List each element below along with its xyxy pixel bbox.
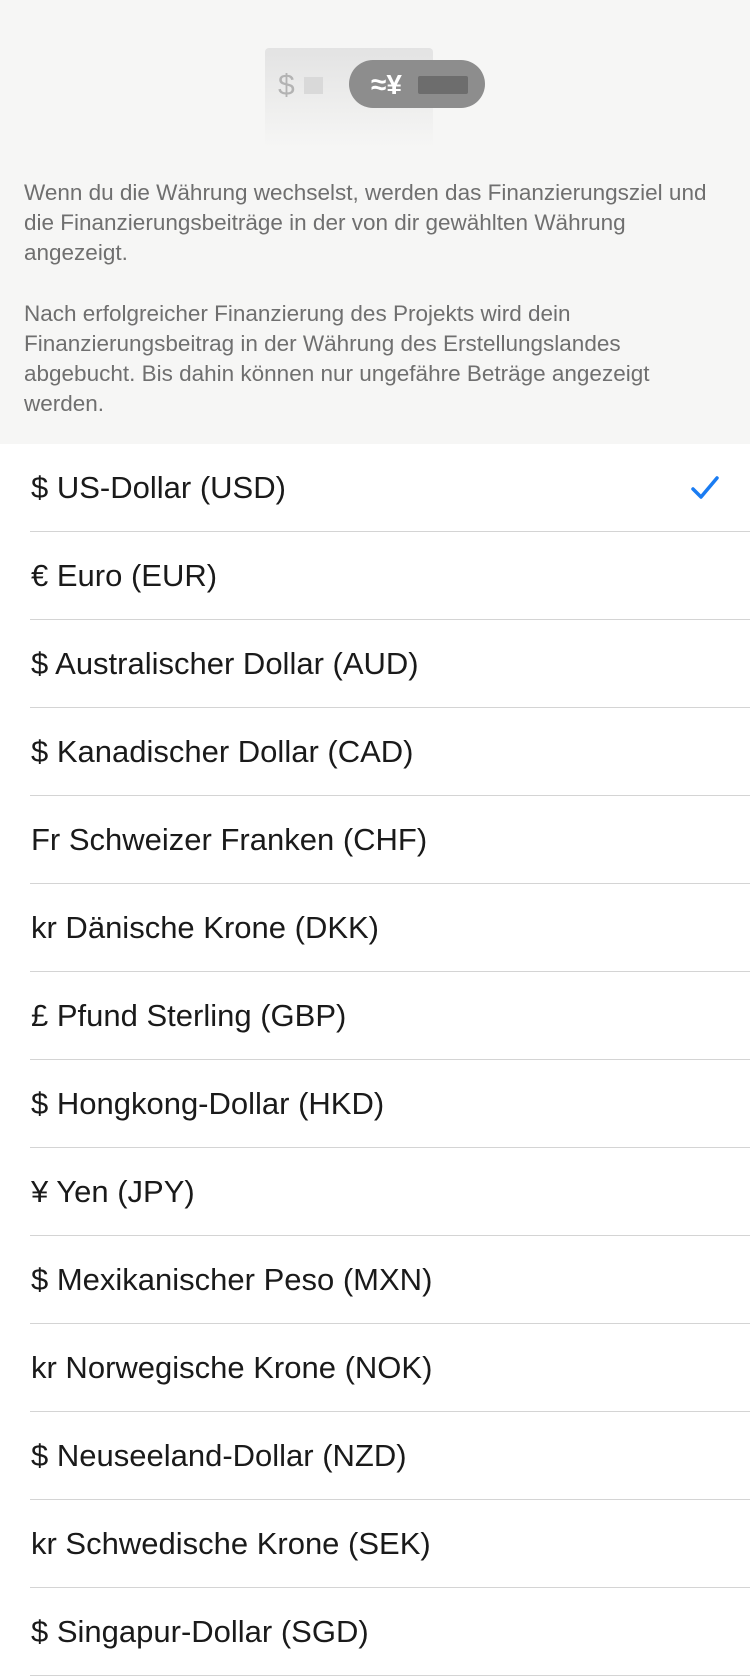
currency-row[interactable]: kr Schwedische Krone (SEK) — [0, 1500, 750, 1588]
currency-row[interactable]: $ Singapur-Dollar (SGD) — [0, 1588, 750, 1676]
yen-symbol: ≈¥ — [371, 69, 402, 100]
amount-placeholder — [304, 77, 323, 94]
dollar-symbol: $ — [278, 69, 295, 102]
currency-label: £ Pfund Sterling (GBP) — [31, 998, 347, 1033]
currency-row[interactable]: $ US-Dollar (USD) — [0, 444, 750, 532]
currency-label: $ Mexikanischer Peso (MXN) — [31, 1262, 433, 1297]
currency-row[interactable]: ¥ Yen (JPY) — [0, 1148, 750, 1236]
currency-list: $ US-Dollar (USD) € Euro (EUR) $ Australis… — [0, 444, 750, 1676]
currency-label: kr Dänische Krone (DKK) — [31, 910, 380, 945]
info-paragraph-conversion: Wenn du die Währung wechselst, werden da… — [24, 180, 707, 265]
currency-label: ¥ Yen (JPY) — [31, 1174, 195, 1209]
currency-row[interactable]: $ Hongkong-Dollar (HKD) — [0, 1060, 750, 1148]
currency-label: kr Schwedische Krone (SEK) — [31, 1526, 431, 1561]
info-paragraph-charging: Nach erfolgreicher Finanzierung des Proj… — [24, 301, 650, 416]
currency-row[interactable]: $ Mexikanischer Peso (MXN) — [0, 1236, 750, 1324]
currency-label: $ Hongkong-Dollar (HKD) — [31, 1086, 385, 1121]
currency-info-header: $ ≈¥ Wenn du die Währung wechselst, werd… — [0, 0, 750, 444]
currency-label: $ Singapur-Dollar (SGD) — [31, 1614, 369, 1649]
converted-amount-placeholder — [418, 76, 468, 94]
currency-label: $ US-Dollar (USD) — [31, 470, 286, 505]
currency-row[interactable]: € Euro (EUR) — [0, 532, 750, 620]
currency-label: $ Kanadischer Dollar (CAD) — [31, 734, 414, 769]
currency-row[interactable]: Fr Schweizer Franken (CHF) — [0, 796, 750, 884]
currency-label: $ Neuseeland-Dollar (NZD) — [31, 1438, 407, 1473]
currency-row[interactable]: $ Australischer Dollar (AUD) — [0, 620, 750, 708]
currency-row[interactable]: kr Norwegische Krone (NOK) — [0, 1324, 750, 1412]
currency-label: kr Norwegische Krone (NOK) — [31, 1350, 433, 1385]
currency-row[interactable]: kr Dänische Krone (DKK) — [0, 884, 750, 972]
checkmark-icon — [691, 476, 719, 499]
currency-label: € Euro (EUR) — [31, 558, 218, 593]
currency-row[interactable]: $ Neuseeland-Dollar (NZD) — [0, 1412, 750, 1500]
currency-row[interactable]: $ Kanadischer Dollar (CAD) — [0, 708, 750, 796]
currency-label: $ Australischer Dollar (AUD) — [31, 646, 419, 681]
currency-label: Fr Schweizer Franken (CHF) — [31, 822, 428, 857]
currency-row[interactable]: £ Pfund Sterling (GBP) — [0, 972, 750, 1060]
